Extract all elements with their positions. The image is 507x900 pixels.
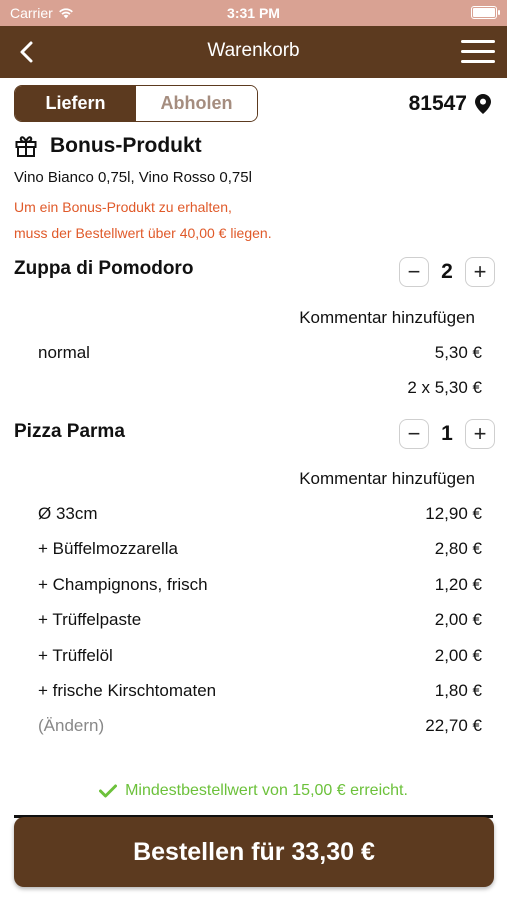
- line-total: 2 x 5,30 €: [407, 378, 482, 397]
- bonus-header: Bonus-Produkt: [14, 134, 202, 158]
- edit-item-link[interactable]: (Ändern): [38, 716, 104, 736]
- place-order-button[interactable]: Bestellen für 33,30 €: [14, 817, 494, 887]
- line-item-label: + frische Kirschtomaten: [38, 681, 217, 700]
- line-item-price: 12,90 €: [425, 504, 482, 523]
- line-item-price: 2,80 €: [434, 539, 482, 558]
- cart-item-name: Pizza Parma: [14, 421, 125, 442]
- increase-button[interactable]: +: [465, 257, 495, 287]
- line-item-price: 1,80 €: [434, 681, 482, 700]
- decrease-button[interactable]: −: [399, 257, 429, 287]
- menu-button[interactable]: [461, 40, 495, 64]
- battery-icon: [471, 6, 500, 19]
- postal-code-selector[interactable]: 81547: [409, 92, 491, 116]
- line-item-label: + Trüffelöl: [38, 646, 113, 665]
- line-item-price: 1,20 €: [434, 575, 482, 594]
- min-order-status: Mindestbestellwert von 15,00 € erreicht.: [0, 782, 507, 800]
- line-item-price: 2,00 €: [434, 610, 482, 629]
- tab-delivery[interactable]: Liefern: [15, 86, 136, 121]
- add-comment-link[interactable]: Kommentar hinzufügen: [299, 308, 475, 328]
- line-item-price: 5,30 €: [434, 343, 482, 362]
- bonus-note: Um ein Bonus-Produkt zu erhalten, muss d…: [14, 194, 272, 246]
- line-item-label: normal: [38, 343, 90, 362]
- bonus-title: Bonus-Produkt: [50, 134, 202, 157]
- bonus-note-line: muss der Bestellwert über 40,00 € liegen…: [14, 225, 272, 241]
- location-pin-icon: [475, 94, 491, 114]
- line-item-price: 2,00 €: [434, 646, 482, 665]
- line-item: Ø 33cm 12,90 €: [38, 504, 482, 524]
- line-item: + Trüffelöl 2,00 €: [38, 646, 482, 666]
- line-item: + Trüffelpaste 2,00 €: [38, 610, 482, 630]
- postal-code: 81547: [408, 92, 467, 115]
- delivery-toggle: Liefern Abholen: [14, 85, 258, 122]
- line-item: + Büffelmozzarella 2,80 €: [38, 539, 482, 559]
- add-comment-link[interactable]: Kommentar hinzufügen: [299, 469, 475, 489]
- navigation-bar: Warenkorb: [0, 26, 507, 78]
- quantity-stepper: − 1 +: [399, 419, 495, 449]
- clock: 3:31 PM: [227, 5, 280, 21]
- bonus-products: Vino Bianco 0,75l, Vino Rosso 0,75l: [14, 169, 252, 186]
- bonus-note-line: Um ein Bonus-Produkt zu erhalten,: [14, 199, 232, 215]
- line-item-label: + Champignons, frisch: [38, 575, 208, 594]
- item-total-price: 22,70 €: [425, 716, 482, 735]
- line-item: + Champignons, frisch 1,20 €: [38, 575, 482, 595]
- hamburger-icon: [461, 40, 495, 43]
- line-item-label: + Trüffelpaste: [38, 610, 142, 629]
- quantity-value: 1: [441, 422, 453, 445]
- gift-icon: [15, 136, 37, 157]
- decrease-button[interactable]: −: [399, 419, 429, 449]
- tab-pickup[interactable]: Abholen: [136, 86, 257, 121]
- min-order-message: Mindestbestellwert von 15,00 € erreicht.: [125, 782, 408, 799]
- checkmark-icon: [99, 784, 118, 798]
- status-bar: Carrier 3:31 PM: [0, 0, 507, 26]
- line-item: (Ändern) 22,70 €: [38, 716, 482, 736]
- hamburger-line: [461, 50, 495, 53]
- quantity-stepper: − 2 +: [399, 257, 495, 287]
- line-item: + frische Kirschtomaten 1,80 €: [38, 681, 482, 701]
- line-item-label: Ø 33cm: [38, 504, 98, 523]
- line-item-label: + Büffelmozzarella: [38, 539, 179, 558]
- hamburger-line: [461, 60, 495, 63]
- page-title: Warenkorb: [207, 40, 300, 61]
- line-item: normal 5,30 €: [38, 343, 482, 363]
- cart-item-name: Zuppa di Pomodoro: [14, 258, 194, 279]
- quantity-value: 2: [441, 260, 453, 283]
- increase-button[interactable]: +: [465, 419, 495, 449]
